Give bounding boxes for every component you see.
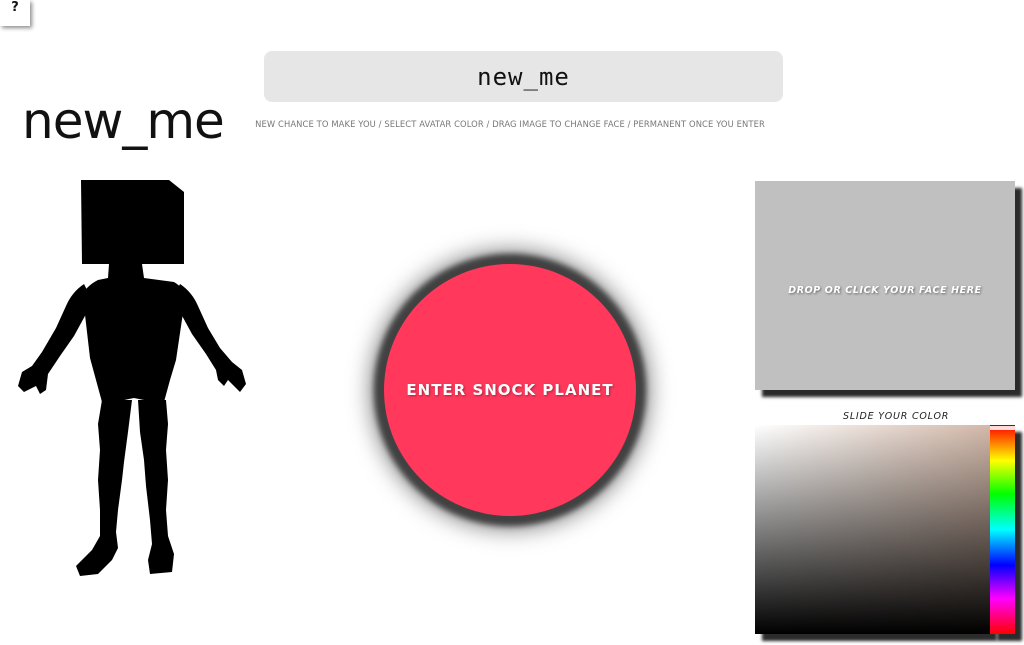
avatar-right-arm <box>174 284 246 392</box>
avatar-head <box>81 180 184 264</box>
avatar-body <box>18 180 246 576</box>
avatar-left-arm <box>18 284 90 394</box>
name-input[interactable] <box>264 51 783 102</box>
avatar-name-label: new_me <box>22 92 225 150</box>
face-drop-label: DROP OR CLICK YOUR FACE HERE <box>788 285 982 296</box>
avatar-figure <box>18 180 246 576</box>
enter-planet-button[interactable]: ENTER SNOCK PLANET <box>384 264 636 516</box>
hue-slider[interactable] <box>990 425 1015 634</box>
face-drop-zone[interactable]: DROP OR CLICK YOUR FACE HERE <box>755 181 1015 390</box>
color-slider-label: SLIDE YOUR COLOR <box>843 411 950 422</box>
avatar-torso <box>80 264 190 402</box>
color-saturation-picker[interactable] <box>755 425 990 634</box>
avatar-left-leg <box>76 400 132 576</box>
avatar-right-leg <box>138 400 174 574</box>
help-button[interactable]: ? <box>0 0 30 26</box>
instructions-text: NEW CHANCE TO MAKE YOU / SELECT AVATAR C… <box>255 119 765 129</box>
hue-slider-handle[interactable] <box>990 425 1015 430</box>
